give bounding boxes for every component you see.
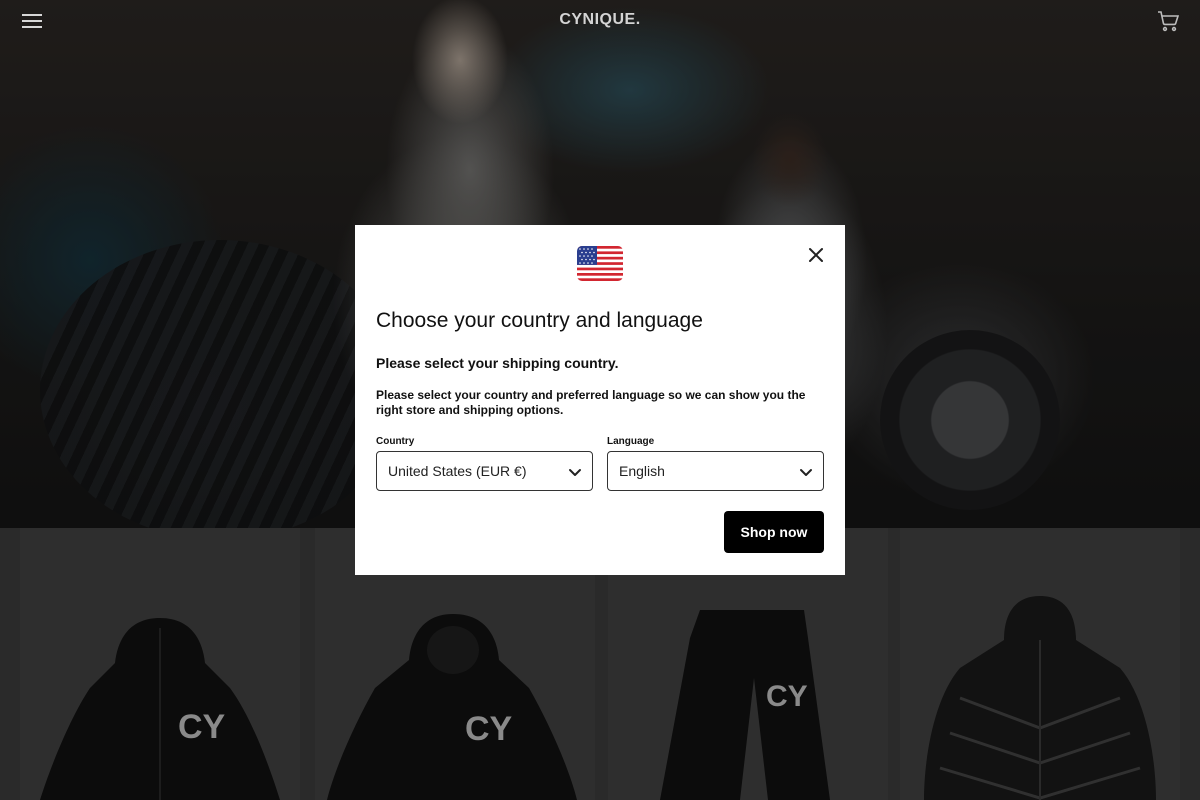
chevron-down-icon [798,464,814,480]
modal-title: Choose your country and language [376,309,703,332]
svg-text:CY: CY [465,710,513,748]
shop-now-button[interactable]: Shop now [724,511,824,553]
brand-logo[interactable]: CYNIQUE. [0,11,1200,29]
us-flag-icon [577,246,623,281]
modal-subtitle: Please select your shipping country. [376,355,619,371]
country-select[interactable]: United States (EUR €) [376,451,593,491]
language-select-value: English [619,463,665,479]
country-select-value: United States (EUR €) [388,463,527,479]
product-card-puffer-jacket[interactable] [900,528,1180,800]
site-header: CYNIQUE. [0,0,1200,42]
modal-description: Please select your country and preferred… [376,388,806,417]
zip-hoodie-image: CY [40,618,280,800]
shopping-cart-icon[interactable] [1156,9,1180,33]
product-card-zip-hoodie[interactable]: CY [20,528,300,800]
svg-text:CY: CY [766,680,808,713]
svg-text:CY: CY [178,708,226,746]
chevron-down-icon [567,464,583,480]
language-select[interactable]: English [607,451,824,491]
country-language-modal: Choose your country and language Please … [355,225,845,575]
close-icon[interactable] [805,244,827,266]
country-label: Country [376,436,415,447]
puffer-jacket-image [924,596,1156,800]
language-label: Language [607,436,655,447]
